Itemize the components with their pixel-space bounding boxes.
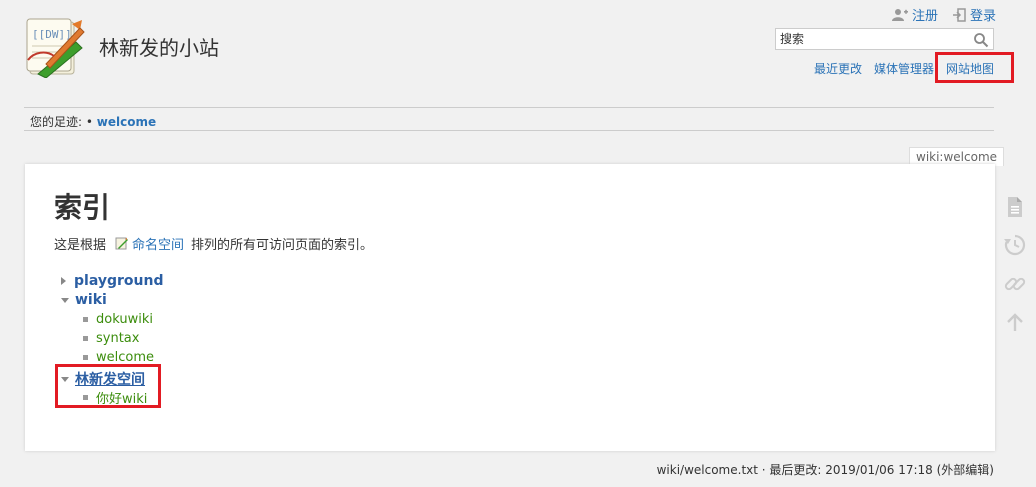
tree-item-wiki[interactable]: wiki (61, 292, 107, 308)
tree-item-welcome[interactable]: welcome (83, 350, 154, 365)
site-logo[interactable]: [[DW]] (24, 16, 86, 79)
history-icon[interactable] (1003, 233, 1027, 257)
bullet-icon (83, 317, 88, 322)
namespace-label[interactable]: wiki (75, 292, 107, 308)
page-title: 索引 (54, 191, 111, 224)
tree-item-playground[interactable]: playground (61, 273, 163, 289)
search-box (775, 28, 994, 50)
page-link[interactable]: welcome (96, 350, 154, 365)
bullet-icon (83, 336, 88, 341)
namespace-label[interactable]: playground (74, 273, 163, 289)
namespace-link[interactable]: 命名空间 (132, 234, 184, 253)
register-link[interactable]: 注册 (891, 5, 938, 24)
search-input[interactable] (776, 29, 974, 49)
register-label: 注册 (911, 9, 938, 24)
backlinks-icon[interactable] (1003, 272, 1027, 296)
back-to-top-icon[interactable] (1003, 311, 1027, 335)
divider-top (24, 107, 994, 108)
breadcrumb-separator: • (85, 115, 93, 129)
login-label: 登录 (969, 9, 996, 24)
collapsed-arrow-icon[interactable] (61, 277, 66, 285)
index-intro: 这是根据 命名空间 排列的所有可访问页面的索引。 (54, 234, 373, 253)
expanded-arrow-icon[interactable] (61, 297, 69, 303)
divider-bottom (24, 130, 994, 131)
intro-prefix: 这是根据 (54, 238, 107, 253)
login-link[interactable]: 登录 (952, 5, 996, 24)
media-manager-link[interactable]: 媒体管理器 (874, 60, 934, 77)
bullet-icon (83, 355, 88, 360)
login-icon (952, 7, 966, 22)
page-content: 索引 这是根据 命名空间 排列的所有可访问页面的索引。 playground w… (25, 164, 995, 451)
intro-suffix: 排列的所有可访问页面的索引。 (191, 238, 374, 253)
recent-changes-link[interactable]: 最近更改 (814, 60, 862, 77)
dokuwiki-logo-icon: [[DW]] (26, 18, 85, 79)
page-source-icon[interactable] (1003, 195, 1027, 219)
tree-item-dokuwiki[interactable]: dokuwiki (83, 312, 153, 327)
tree-item-syntax[interactable]: syntax (83, 331, 139, 346)
doc-info: wiki/welcome.txt · 最后更改: 2019/01/06 17:1… (656, 463, 994, 477)
page-link[interactable]: syntax (96, 331, 139, 346)
namespace-highlight-box (55, 364, 161, 408)
site-title[interactable]: 林新发的小站 (99, 32, 219, 61)
breadcrumb: 您的足迹: • welcome (30, 113, 156, 130)
sitemap-highlight-box (935, 52, 1014, 83)
search-icon[interactable] (973, 32, 989, 48)
svg-text:[[DW]]: [[DW]] (32, 28, 72, 41)
user-add-icon (891, 9, 908, 21)
user-tools: 注册 登录 (891, 5, 996, 24)
namespace-link-icon (115, 237, 129, 250)
breadcrumb-label: 您的足迹: (30, 115, 83, 129)
breadcrumb-item-welcome[interactable]: welcome (97, 115, 156, 129)
page-link[interactable]: dokuwiki (96, 312, 153, 327)
